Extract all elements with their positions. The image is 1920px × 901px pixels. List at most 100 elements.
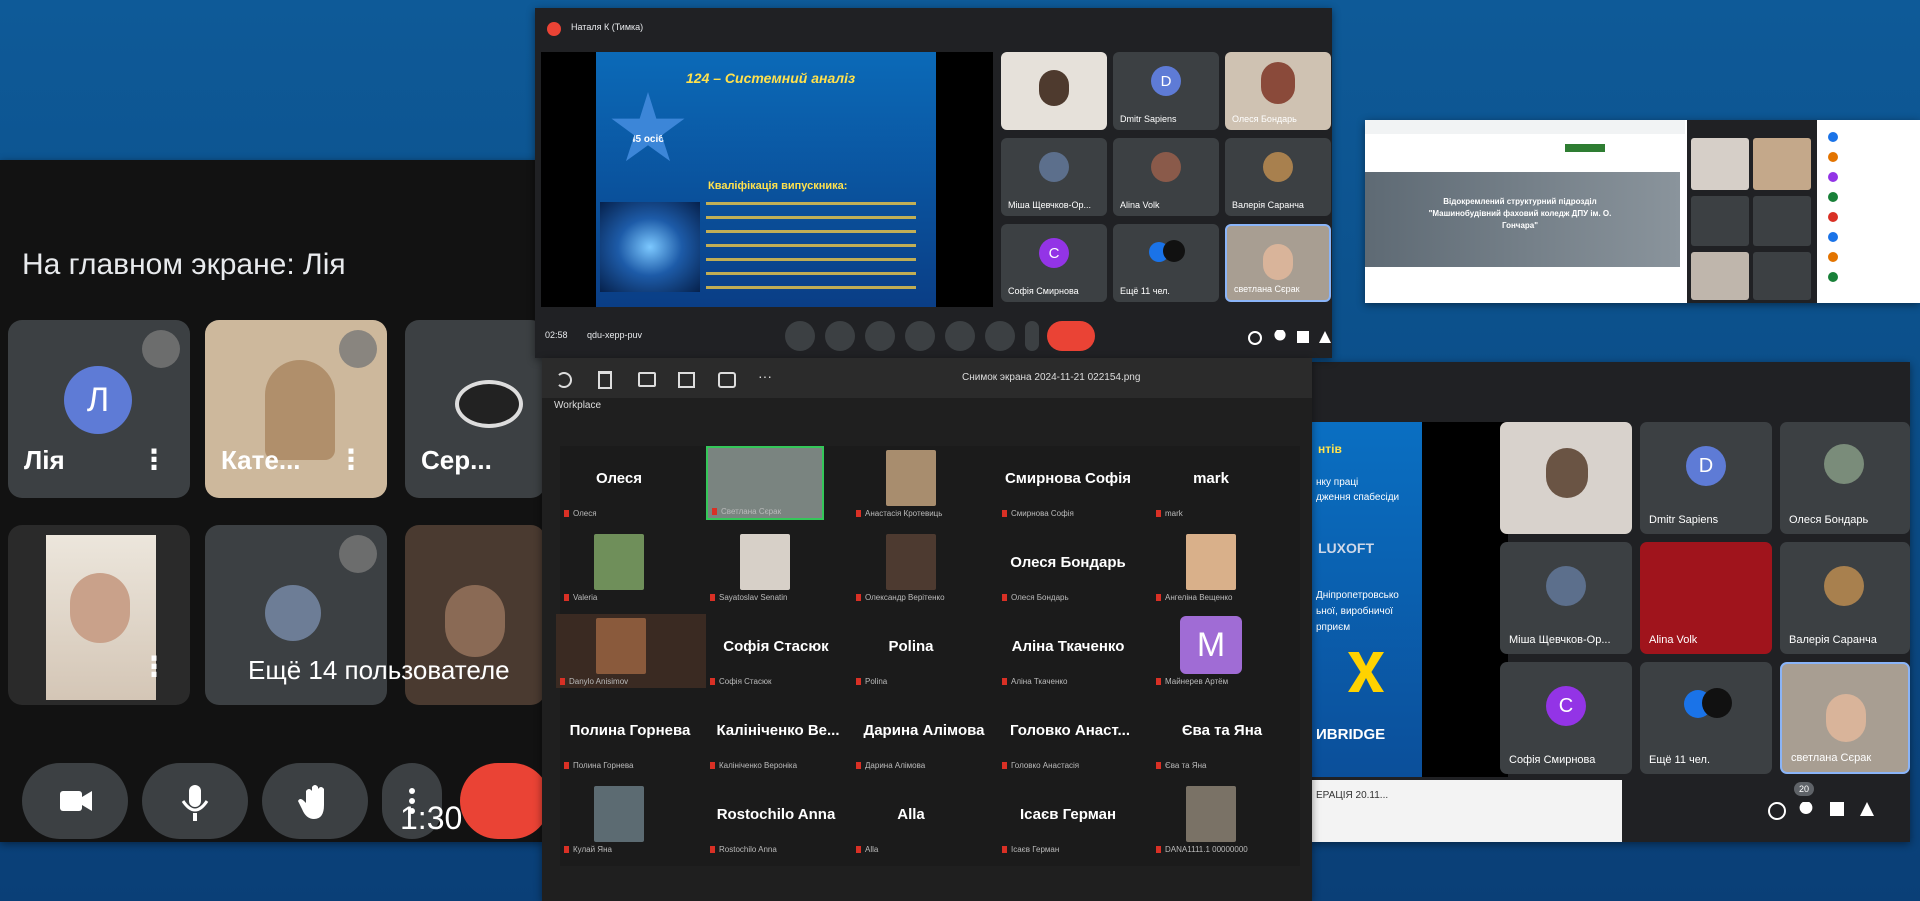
participant-tile[interactable]: D Dmitr Sapiens	[1113, 52, 1219, 130]
activities-icon[interactable]	[1860, 802, 1874, 816]
participant-tile[interactable]: Олеся Бондарь	[1780, 422, 1910, 534]
end-call-button[interactable]	[1047, 321, 1095, 351]
info-icon[interactable]	[1248, 331, 1262, 345]
grid-tile[interactable]: Valeria	[560, 530, 678, 604]
participant-tile[interactable]	[1001, 52, 1107, 130]
edit-icon[interactable]	[678, 372, 695, 388]
slide-line: Дніпропетровсько	[1316, 590, 1399, 601]
participant-tile[interactable]: ⋮	[8, 525, 190, 705]
chat-icon[interactable]	[1830, 802, 1844, 816]
participant-tile[interactable]: D Dmitr Sapiens	[1640, 422, 1772, 534]
participant-tile[interactable]: Кате... ⋮	[205, 320, 387, 498]
people-icon[interactable]	[1274, 330, 1286, 341]
grid-tile[interactable]: Polina Polina	[852, 614, 970, 688]
grid-tile[interactable]: Кулай Яна	[560, 782, 678, 856]
participant-tile[interactable]: C Софія Смирнова	[1500, 662, 1632, 774]
grid-tile[interactable]: Софія Стасюк Софія Стасюк	[706, 614, 846, 688]
participant-tile-active[interactable]: светлана Сєрак	[1780, 662, 1910, 774]
grid-tile[interactable]: Полина Горнева Полина Горнева	[560, 698, 700, 772]
participant-tile[interactable]: Alina Volk	[1640, 542, 1772, 654]
participant-tile[interactable]	[1500, 422, 1632, 534]
end-call-button[interactable]	[460, 763, 545, 839]
grid-tile[interactable]: Дарина Алімова Дарина Алімова	[852, 698, 996, 772]
delete-icon[interactable]	[598, 371, 612, 389]
participant-face	[70, 573, 130, 643]
camera-button[interactable]	[825, 321, 855, 351]
participant-face	[1826, 694, 1866, 742]
window-title: Наталя К (Тимка)	[571, 22, 644, 32]
participant-face	[1039, 70, 1069, 106]
participant-tile[interactable]: Міша Щевчков-Ор...	[1001, 138, 1107, 216]
participant-photo	[596, 618, 646, 674]
participant-count-badge: 20	[1794, 782, 1814, 796]
camera-button[interactable]	[22, 763, 128, 839]
grid-tile[interactable]: DANA1111.1 00000000	[1152, 782, 1270, 856]
participant-tile[interactable]: Валерія Саранча	[1780, 542, 1910, 654]
participant-tile[interactable]: Ещё 11 чел.	[1640, 662, 1772, 774]
grid-tile[interactable]: Головко Анаст... Головко Анастасія	[998, 698, 1142, 772]
participant-tile[interactable]: C Софія Смирнова	[1001, 224, 1107, 302]
raise-hand-button[interactable]	[262, 763, 368, 839]
participant-tile[interactable]: Міша Щевчков-Ор...	[1500, 542, 1632, 654]
participant-avatar-photo	[1151, 152, 1181, 182]
raise-hand-button[interactable]	[985, 321, 1015, 351]
participant-tile-active[interactable]: светлана Сєрак	[1225, 224, 1331, 302]
grid-tile[interactable]: Sayatoslav Senatin	[706, 530, 824, 604]
chat-icon[interactable]	[1297, 331, 1309, 343]
avatar: D	[1151, 66, 1181, 96]
grid-tile[interactable]: Ісаєв Герман Ісаєв Герман	[998, 782, 1138, 856]
participant-photo	[740, 534, 790, 590]
participant-tile[interactable]: Alina Volk	[1113, 138, 1219, 216]
grid-tile[interactable]: Калініченко Ве... Калініченко Вероніка	[706, 698, 850, 772]
taskbar-popup: ЕРАЦІЯ 20.11...	[1310, 780, 1622, 842]
grid-tile[interactable]: Олеся Олеся	[560, 446, 678, 520]
avatar: C	[1546, 686, 1586, 726]
grid-tile[interactable]: Ангеліна Вещенко	[1152, 530, 1270, 604]
participant-name: Alina Volk	[1120, 200, 1160, 210]
people-icon[interactable]	[1799, 802, 1813, 814]
participant-tile[interactable]: Л Лія ⋮	[8, 320, 190, 498]
grid-tile[interactable]: Аліна Ткаченко Аліна Ткаченко	[998, 614, 1138, 688]
slide-logo-icon	[1348, 652, 1384, 692]
grid-tile[interactable]: Олександр Верітенко	[852, 530, 970, 604]
share-icon[interactable]	[718, 372, 736, 388]
more-options-icon[interactable]: ⋮	[140, 650, 168, 683]
participant-tile[interactable]: Сер...	[405, 320, 545, 498]
grid-tile[interactable]: M Майнерев Артём	[1152, 614, 1270, 688]
avatar: C	[1039, 238, 1069, 268]
rotate-icon[interactable]	[556, 372, 572, 388]
grid-tile[interactable]: Анастасія Кротевиць	[852, 446, 970, 520]
more-options-icon[interactable]: ⋮	[337, 443, 365, 476]
info-icon[interactable]	[1768, 802, 1786, 820]
microphone-button[interactable]	[142, 763, 248, 839]
grid-tile[interactable]: Смирнова Софія Смирнова Софія	[998, 446, 1138, 520]
activities-icon[interactable]	[1319, 331, 1331, 343]
more-options-icon[interactable]: ⋮	[140, 443, 168, 476]
grid-tile[interactable]: Єва та Яна Єва та Яна	[1152, 698, 1292, 772]
grid-tile[interactable]: Danylo Anisimov	[556, 614, 706, 688]
grid-tile[interactable]: Alla Alla	[852, 782, 970, 856]
participant-tile[interactable]: Ещё 11 чел.	[1113, 224, 1219, 302]
grid-tile[interactable]: mark mark	[1152, 446, 1270, 520]
google-meet-window-right: нтів нку праці дження спабесіди LUXOFT Д…	[1310, 362, 1910, 842]
participant-tile[interactable]: Валерія Саранча	[1225, 138, 1331, 216]
workplace-screenshot-viewer: ··· Снимок экрана 2024-11-21 022154.png …	[542, 358, 1312, 901]
participant-tile[interactable]: Олеся Бондарь	[1225, 52, 1331, 130]
participant-name: Dmitr Sapiens	[1649, 514, 1719, 526]
participant-photo	[886, 534, 936, 590]
print-icon[interactable]	[638, 372, 656, 387]
present-button[interactable]	[945, 321, 975, 351]
grid-tile-active-speaker[interactable]: Светлана Сєрак	[706, 446, 824, 520]
more-icon[interactable]: ···	[758, 368, 772, 384]
google-meet-window-top: Наталя К (Тимка) 124 – Системний аналіз …	[535, 8, 1332, 358]
captions-button[interactable]	[865, 321, 895, 351]
emoji-button[interactable]	[905, 321, 935, 351]
microphone-button[interactable]	[785, 321, 815, 351]
more-options-button[interactable]	[1025, 321, 1039, 351]
participant-name: Лія	[24, 445, 65, 475]
participant-photo	[1186, 534, 1236, 590]
presentation-area: 124 – Системний аналіз 45 осіб Кваліфіка…	[541, 52, 993, 307]
grid-tile[interactable]: Олеся Бондарь Олеся Бондарь	[998, 530, 1138, 604]
grid-tile[interactable]: Rostochilo Anna Rostochilo Anna	[706, 782, 846, 856]
participant-name: Кате...	[221, 445, 301, 475]
